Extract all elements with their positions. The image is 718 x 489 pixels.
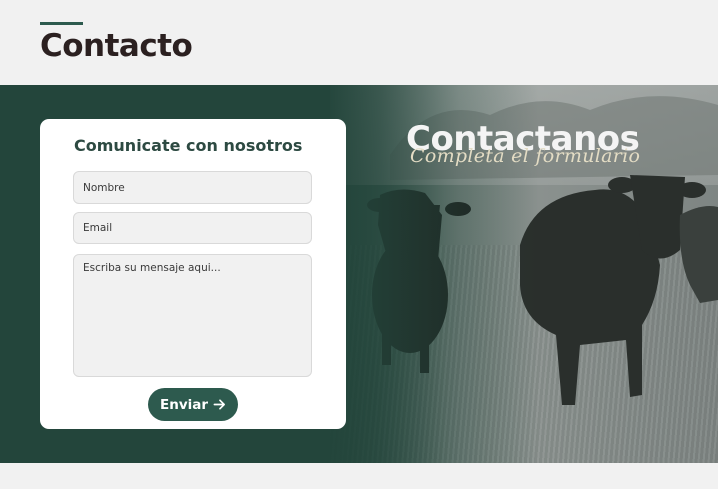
email-input[interactable] <box>73 212 312 244</box>
page-header: Contacto <box>0 0 718 85</box>
page-title: Contacto <box>40 28 193 64</box>
send-button-label: Enviar <box>159 396 209 413</box>
send-button[interactable]: Enviar <box>148 388 238 421</box>
message-textarea[interactable] <box>73 254 312 377</box>
form-heading: Comunicate con nosotros <box>74 136 303 155</box>
contact-form-card: Comunicate con nosotros Enviar <box>40 119 346 429</box>
hero-subtitle: Completa el formulario <box>410 145 641 167</box>
name-input[interactable] <box>73 171 312 204</box>
arrow-right-icon <box>213 399 225 410</box>
header-accent-line <box>40 22 83 25</box>
